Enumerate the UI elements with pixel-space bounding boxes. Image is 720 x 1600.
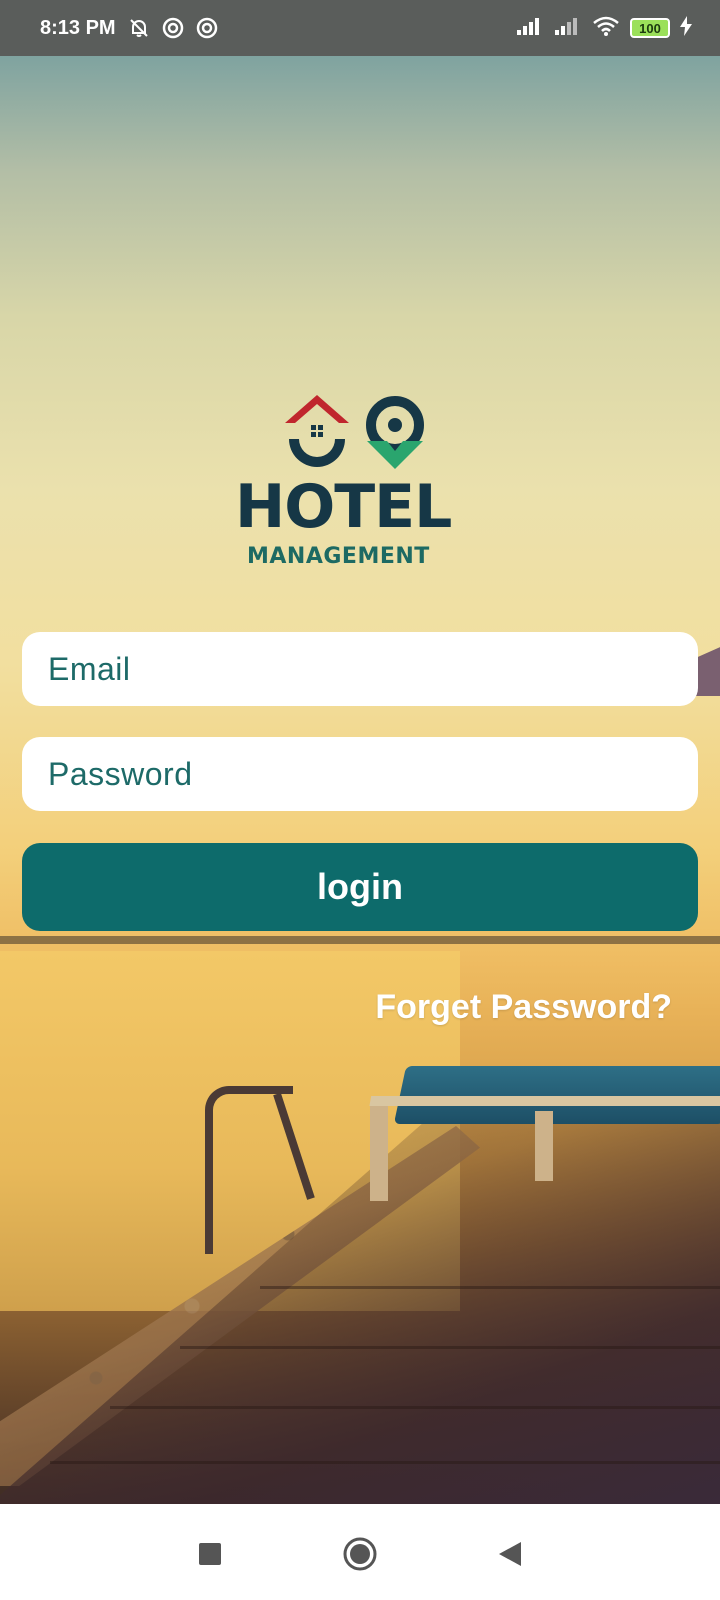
login-button[interactable]: login <box>22 843 698 931</box>
password-input[interactable] <box>22 737 698 811</box>
cellular-signal-icon <box>554 16 582 41</box>
navigation-bar <box>0 1504 720 1600</box>
forgot-password-link[interactable]: Forget Password? <box>375 988 672 1027</box>
pool-ladder <box>205 1086 293 1254</box>
mute-bell-icon <box>126 15 152 41</box>
home-circle-icon[interactable] <box>340 1534 380 1574</box>
hotel-management-logo: HOTEL MANAGEMENT <box>235 395 485 580</box>
deck-plank <box>110 1406 720 1409</box>
charging-bolt-icon <box>680 15 692 41</box>
deck-plank <box>50 1461 720 1464</box>
logo-title: HOTEL <box>235 472 452 542</box>
cellular-signal-icon <box>516 16 544 41</box>
app-notification-icon <box>160 15 186 41</box>
battery-icon: 100 <box>630 18 670 38</box>
deck-plank <box>260 1286 720 1289</box>
app-notification-icon <box>194 15 220 41</box>
logo-mark-icon <box>285 395 424 469</box>
lounger-leg <box>370 1106 388 1201</box>
horizon-line <box>0 936 720 944</box>
lounger-leg <box>535 1111 553 1181</box>
email-input[interactable] <box>22 632 698 706</box>
status-time: 8:13 PM <box>40 16 116 39</box>
wifi-icon <box>592 15 620 42</box>
logo-subtitle: MANAGEMENT <box>247 544 430 569</box>
status-bar: 8:13 PM 100 <box>0 0 720 56</box>
recents-square-icon[interactable] <box>190 1534 230 1574</box>
deck-plank <box>180 1346 720 1349</box>
back-triangle-icon[interactable] <box>490 1534 530 1574</box>
